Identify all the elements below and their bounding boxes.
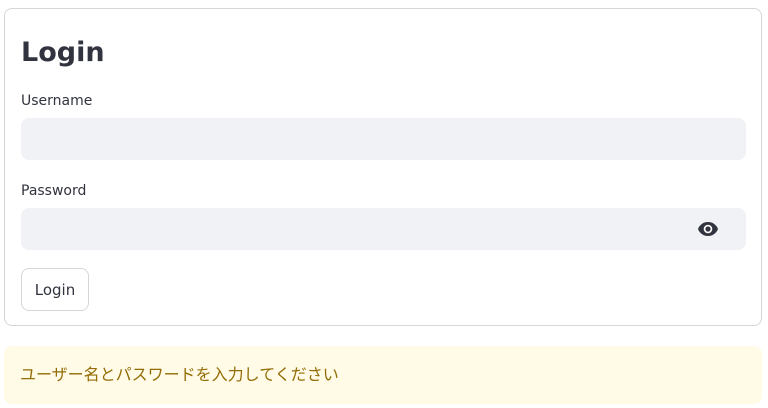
password-input[interactable] (21, 208, 746, 250)
login-button[interactable]: Login (21, 268, 89, 311)
warning-alert: ユーザー名とパスワードを入力してください (4, 346, 762, 404)
username-input[interactable] (21, 118, 746, 160)
username-label: Username (21, 93, 93, 109)
alert-message: ユーザー名とパスワードを入力してください (20, 365, 339, 384)
eye-icon (698, 222, 718, 236)
login-form: Login Username Password Login (4, 8, 762, 326)
show-password-button[interactable] (695, 217, 721, 241)
password-label: Password (21, 183, 87, 199)
page-title: Login (21, 37, 105, 68)
